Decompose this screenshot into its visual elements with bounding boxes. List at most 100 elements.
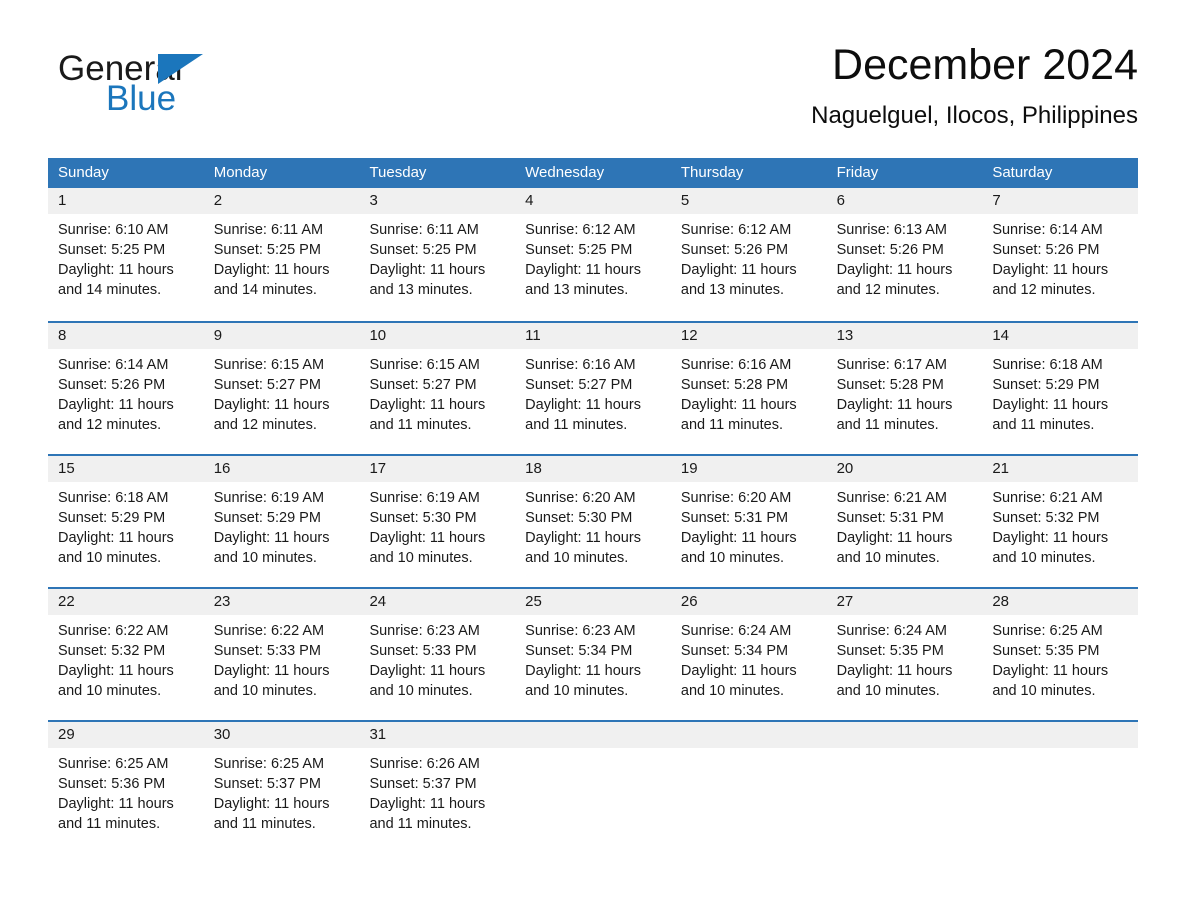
daylight-text: Daylight: 11 hours and 10 minutes. bbox=[525, 663, 641, 699]
day-sun-info: Sunrise: 6:10 AM Sunset: 5:25 PM Daylight:… bbox=[48, 214, 204, 300]
calendar-day-cell[interactable]: 12 Sunrise: 6:16 AM Sunset: 5:28 PM Dayligh… bbox=[670, 323, 827, 454]
day-number: 31 bbox=[359, 722, 516, 748]
calendar-week-row: 1 Sunrise: 6:10 AM Sunset: 5:25 PM Daylight… bbox=[48, 188, 1139, 321]
sunrise-text: Sunrise: 6:21 AM bbox=[836, 490, 948, 506]
calendar-day-cell[interactable]: 28 Sunrise: 6:25 AM Sunset: 5:35 PM Dayligh… bbox=[982, 589, 1139, 720]
calendar-day-cell[interactable]: 21 Sunrise: 6:21 AM Sunset: 5:32 PM Dayligh… bbox=[982, 456, 1139, 587]
calendar-day-cell[interactable]: 29 Sunrise: 6:25 AM Sunset: 5:36 PM Dayligh… bbox=[48, 722, 204, 853]
daylight-text: Daylight: 11 hours and 11 minutes. bbox=[836, 397, 953, 433]
day-number: 9 bbox=[203, 323, 360, 349]
sunset-text: Sunset: 5:35 PM bbox=[836, 643, 944, 659]
day-sun-info: Sunrise: 6:15 AM Sunset: 5:27 PM Daylight:… bbox=[359, 349, 515, 435]
sunset-text: Sunset: 5:31 PM bbox=[680, 510, 789, 526]
calendar-day-cell[interactable]: 19 Sunrise: 6:20 AM Sunset: 5:31 PM Dayligh… bbox=[670, 456, 827, 587]
day-sun-info: Sunrise: 6:12 AM Sunset: 5:26 PM Daylight:… bbox=[671, 214, 827, 300]
sunset-text: Sunset: 5:25 PM bbox=[525, 242, 633, 258]
calendar-day-cell[interactable]: 13 Sunrise: 6:17 AM Sunset: 5:28 PM Dayligh… bbox=[826, 323, 983, 454]
day-number: 29 bbox=[48, 722, 204, 748]
daylight-text: Daylight: 11 hours and 12 minutes. bbox=[992, 262, 1109, 298]
calendar-day-cell[interactable]: 6 Sunrise: 6:13 AM Sunset: 5:26 PM Daylight… bbox=[826, 188, 983, 321]
day-number: 28 bbox=[982, 589, 1139, 615]
daylight-text: Daylight: 11 hours and 11 minutes. bbox=[58, 796, 174, 832]
calendar-day-cell[interactable]: 1 Sunrise: 6:10 AM Sunset: 5:25 PM Daylight… bbox=[48, 188, 204, 321]
calendar-week-row: 15 Sunrise: 6:18 AM Sunset: 5:29 PM Dayligh… bbox=[48, 454, 1139, 587]
calendar-day-cell[interactable]: 30 Sunrise: 6:25 AM Sunset: 5:37 PM Dayligh… bbox=[203, 722, 360, 853]
sunrise-text: Sunrise: 6:16 AM bbox=[680, 357, 792, 373]
calendar-day-cell[interactable]: 14 Sunrise: 6:18 AM Sunset: 5:29 PM Dayligh… bbox=[982, 323, 1139, 454]
sunrise-text: Sunrise: 6:22 AM bbox=[213, 623, 325, 639]
calendar-day-cell[interactable]: 18 Sunrise: 6:20 AM Sunset: 5:30 PM Dayligh… bbox=[515, 456, 671, 587]
sunset-text: Sunset: 5:32 PM bbox=[58, 643, 166, 659]
calendar-grid: Sunday Monday Tuesday Wednesday Thursday… bbox=[48, 158, 1139, 853]
weekday-header-sunday: Sunday bbox=[58, 164, 109, 181]
calendar-day-cell[interactable]: 8 Sunrise: 6:14 AM Sunset: 5:26 PM Daylight… bbox=[48, 323, 204, 454]
calendar-day-cell[interactable]: 10 Sunrise: 6:15 AM Sunset: 5:27 PM Dayligh… bbox=[359, 323, 516, 454]
weekday-header-saturday: Saturday bbox=[992, 164, 1053, 181]
calendar-day-cell[interactable]: 27 Sunrise: 6:24 AM Sunset: 5:35 PM Dayligh… bbox=[826, 589, 983, 720]
sunset-text: Sunset: 5:33 PM bbox=[369, 643, 477, 659]
day-number bbox=[515, 722, 671, 748]
daylight-text: Daylight: 11 hours and 11 minutes. bbox=[213, 796, 330, 832]
sunrise-text: Sunrise: 6:12 AM bbox=[680, 222, 792, 238]
day-number: 5 bbox=[670, 188, 827, 214]
sunrise-text: Sunrise: 6:25 AM bbox=[58, 756, 169, 772]
daylight-text: Daylight: 11 hours and 10 minutes. bbox=[836, 530, 953, 566]
calendar-day-cell[interactable]: 4 Sunrise: 6:12 AM Sunset: 5:25 PM Daylight… bbox=[515, 188, 671, 321]
day-sun-info: Sunrise: 6:13 AM Sunset: 5:26 PM Daylight:… bbox=[827, 214, 983, 300]
day-sun-info: Sunrise: 6:15 AM Sunset: 5:27 PM Daylight:… bbox=[204, 349, 360, 435]
calendar-day-cell[interactable]: 7 Sunrise: 6:14 AM Sunset: 5:26 PM Daylight… bbox=[982, 188, 1139, 321]
day-sun-info: Sunrise: 6:21 AM Sunset: 5:31 PM Daylight:… bbox=[827, 482, 983, 568]
sunset-text: Sunset: 5:25 PM bbox=[58, 242, 166, 258]
sunset-text: Sunset: 5:28 PM bbox=[836, 377, 944, 393]
calendar-day-cell[interactable]: 3 Sunrise: 6:11 AM Sunset: 5:25 PM Daylight… bbox=[359, 188, 516, 321]
sunrise-text: Sunrise: 6:10 AM bbox=[58, 222, 169, 238]
calendar-day-cell[interactable]: 17 Sunrise: 6:19 AM Sunset: 5:30 PM Dayligh… bbox=[359, 456, 516, 587]
day-number: 27 bbox=[826, 589, 983, 615]
day-number: 8 bbox=[48, 323, 204, 349]
sunrise-text: Sunrise: 6:12 AM bbox=[525, 222, 636, 238]
day-sun-info: Sunrise: 6:14 AM Sunset: 5:26 PM Daylight:… bbox=[982, 214, 1138, 300]
calendar-day-cell[interactable]: 31 Sunrise: 6:26 AM Sunset: 5:37 PM Dayligh… bbox=[359, 722, 516, 853]
daylight-text: Daylight: 11 hours and 10 minutes. bbox=[213, 530, 330, 566]
day-number: 4 bbox=[515, 188, 671, 214]
sunrise-text: Sunrise: 6:24 AM bbox=[680, 623, 792, 639]
day-number: 20 bbox=[826, 456, 983, 482]
day-sun-info: Sunrise: 6:18 AM Sunset: 5:29 PM Daylight:… bbox=[982, 349, 1138, 435]
calendar-week-row: 22 Sunrise: 6:22 AM Sunset: 5:32 PM Dayligh… bbox=[48, 587, 1139, 720]
sunrise-text: Sunrise: 6:19 AM bbox=[369, 490, 480, 506]
calendar-day-cell[interactable]: 24 Sunrise: 6:23 AM Sunset: 5:33 PM Dayligh… bbox=[359, 589, 516, 720]
daylight-text: Daylight: 11 hours and 14 minutes. bbox=[213, 262, 330, 298]
sunrise-text: Sunrise: 6:17 AM bbox=[836, 357, 948, 373]
sunset-text: Sunset: 5:26 PM bbox=[58, 377, 166, 393]
calendar-day-cell[interactable]: 16 Sunrise: 6:19 AM Sunset: 5:29 PM Dayligh… bbox=[203, 456, 360, 587]
calendar-day-cell[interactable]: 26 Sunrise: 6:24 AM Sunset: 5:34 PM Dayligh… bbox=[670, 589, 827, 720]
daylight-text: Daylight: 11 hours and 10 minutes. bbox=[680, 663, 797, 699]
calendar-day-cell[interactable]: 11 Sunrise: 6:16 AM Sunset: 5:27 PM Dayligh… bbox=[515, 323, 671, 454]
page-header: General Blue December 2024 Naguelguel, I… bbox=[48, 40, 1138, 145]
day-number: 21 bbox=[982, 456, 1139, 482]
calendar-day-cell[interactable]: 20 Sunrise: 6:21 AM Sunset: 5:31 PM Dayligh… bbox=[826, 456, 983, 587]
day-sun-info: Sunrise: 6:25 AM Sunset: 5:35 PM Daylight:… bbox=[982, 615, 1138, 701]
day-number: 16 bbox=[203, 456, 360, 482]
sunset-text: Sunset: 5:32 PM bbox=[992, 510, 1100, 526]
day-number bbox=[826, 722, 983, 748]
general-blue-logo[interactable]: General Blue bbox=[58, 50, 278, 130]
day-number: 17 bbox=[359, 456, 516, 482]
daylight-text: Daylight: 11 hours and 13 minutes. bbox=[369, 262, 486, 298]
calendar-day-cell[interactable]: 2 Sunrise: 6:11 AM Sunset: 5:25 PM Daylight… bbox=[203, 188, 360, 321]
calendar-day-cell[interactable]: 15 Sunrise: 6:18 AM Sunset: 5:29 PM Dayligh… bbox=[48, 456, 204, 587]
sunset-text: Sunset: 5:35 PM bbox=[992, 643, 1100, 659]
day-number: 25 bbox=[515, 589, 671, 615]
calendar-day-cell[interactable]: 9 Sunrise: 6:15 AM Sunset: 5:27 PM Daylight… bbox=[203, 323, 360, 454]
calendar-day-cell[interactable]: 25 Sunrise: 6:23 AM Sunset: 5:34 PM Dayligh… bbox=[515, 589, 671, 720]
day-sun-info: Sunrise: 6:20 AM Sunset: 5:30 PM Daylight:… bbox=[515, 482, 671, 568]
day-sun-info: Sunrise: 6:12 AM Sunset: 5:25 PM Daylight:… bbox=[515, 214, 671, 300]
weekday-header-thursday: Thursday bbox=[680, 164, 744, 181]
daylight-text: Daylight: 11 hours and 14 minutes. bbox=[58, 262, 174, 298]
sunrise-text: Sunrise: 6:19 AM bbox=[213, 490, 325, 506]
calendar-day-cell[interactable]: 22 Sunrise: 6:22 AM Sunset: 5:32 PM Dayligh… bbox=[48, 589, 204, 720]
sunrise-text: Sunrise: 6:14 AM bbox=[58, 357, 169, 373]
day-number: 23 bbox=[203, 589, 360, 615]
calendar-day-cell[interactable]: 5 Sunrise: 6:12 AM Sunset: 5:26 PM Daylight… bbox=[670, 188, 827, 321]
calendar-day-cell[interactable]: 23 Sunrise: 6:22 AM Sunset: 5:33 PM Dayligh… bbox=[203, 589, 360, 720]
